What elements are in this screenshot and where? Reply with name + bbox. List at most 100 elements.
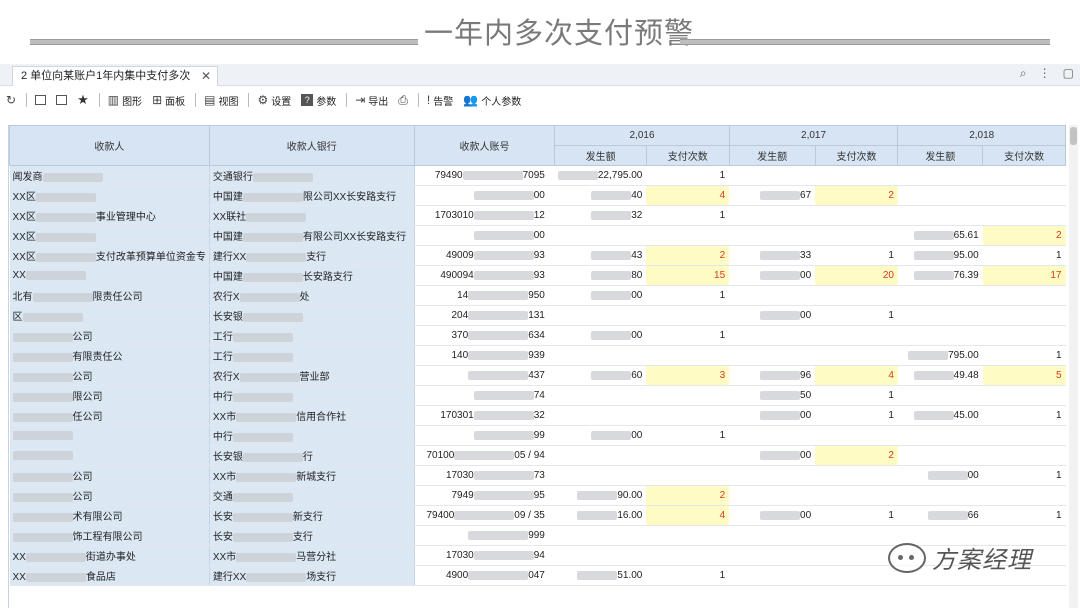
- redacted-mask: [454, 510, 515, 520]
- cell-text: 00: [800, 410, 812, 421]
- amount-cell: [554, 525, 647, 546]
- header-account[interactable]: 收款人账号: [413, 125, 556, 166]
- table-row[interactable]: 公司 交通 7949 95 90.00 2: [9, 485, 1066, 506]
- cell-text: 信用合作社: [296, 412, 347, 423]
- save-as-button[interactable]: [56, 95, 68, 105]
- redacted-mask: [760, 390, 801, 400]
- count-cell: [815, 205, 898, 226]
- table-row[interactable]: 区 长安银 204 131 00 1: [9, 305, 1066, 326]
- settings-label: 设置: [271, 96, 292, 108]
- search-icon[interactable]: ⌕: [1020, 66, 1027, 81]
- count-cell: [646, 405, 730, 426]
- vertical-scrollbar[interactable]: [1069, 125, 1078, 608]
- personal-params-button[interactable]: 👥 个人参数: [463, 93, 521, 108]
- view-button[interactable]: ▤ 视图: [204, 93, 238, 108]
- cell-text: 4900: [445, 570, 469, 581]
- cell-text: 中国建: [212, 272, 243, 283]
- count-cell: 1: [815, 245, 898, 266]
- header-count[interactable]: 支付次数: [814, 145, 899, 166]
- count-cell: 2: [815, 445, 898, 466]
- cell-text: 634: [528, 330, 545, 341]
- count-cell: 20: [815, 265, 898, 286]
- count-cell: 1: [815, 305, 898, 326]
- payee-cell: 公司: [9, 365, 210, 386]
- account-cell: 74: [414, 385, 555, 406]
- cell-text: 1: [719, 330, 726, 341]
- header-amount[interactable]: 发生额: [554, 145, 647, 166]
- cell-text: 农行X: [212, 292, 240, 303]
- chart-button[interactable]: ▥ 图形: [108, 93, 142, 108]
- tab-label: 2 单位向某账户1年内集中支付多次: [21, 70, 191, 82]
- alert-button[interactable]: ! 告警: [427, 93, 453, 108]
- cell-text: 950: [528, 290, 545, 301]
- table-row[interactable]: 中行 99 00 1: [9, 425, 1066, 446]
- bank-cell: 工行: [209, 345, 415, 366]
- bank-cell: 建行XX 场支行: [209, 565, 415, 586]
- cell-text: 00: [800, 510, 812, 521]
- cell-text: XX市: [212, 472, 237, 483]
- more-icon[interactable]: ⋮: [1039, 66, 1051, 81]
- table-row[interactable]: XX区 支付改革预算单位资金专 建行XX 支行 49009 93 43 2 33 1 95.00 1: [9, 245, 1066, 266]
- amount-cell: [729, 325, 816, 346]
- table-row[interactable]: 公司 工行 370 634 00 1: [9, 325, 1066, 346]
- cell-text: 79490: [434, 170, 463, 181]
- decorative-rule-left: [30, 39, 418, 45]
- table-row[interactable]: 术有限公司 长安 新支行 79400 09 / 35 16.00 4 00 1 66 1: [9, 505, 1066, 526]
- table-row[interactable]: 公司 XX市 新城支行 17030 73 00 1: [9, 465, 1066, 486]
- page-header: 一年内多次支付预警: [0, 0, 1080, 62]
- close-icon[interactable]: ✕: [201, 67, 211, 86]
- cell-text: 2: [719, 250, 726, 261]
- table-row[interactable]: XX区 事业管理中心 XX联社 1703010 12 32 1: [9, 205, 1066, 226]
- table-row[interactable]: 有限责任公 工行 140 939 795.00 1: [9, 345, 1066, 366]
- redacted-mask: [236, 412, 297, 422]
- table-row[interactable]: 闻发商 交通银行 79490 7095 22,795.00 1: [9, 165, 1066, 186]
- table-row[interactable]: 任公司 XX市 信用合作社 170301 32 00 1 45.00 1: [9, 405, 1066, 426]
- header-payee[interactable]: 收款人: [9, 125, 210, 166]
- table-row[interactable]: 北有 限责任公司 农行X 处 14 950 00 1: [9, 285, 1066, 306]
- header-year-2017[interactable]: 2,017: [728, 125, 899, 146]
- table-row[interactable]: 公司 农行X 营业部 437 60 3 96 4 49.48 5: [9, 365, 1066, 386]
- count-cell: 15: [646, 265, 730, 286]
- favorite-button[interactable]: ★: [77, 93, 89, 106]
- bank-cell: 中国建 有限公司XX长安路支行: [209, 225, 415, 246]
- count-cell: 1: [982, 465, 1066, 486]
- table-row[interactable]: 长安银 行 70100 05 / 94 00 2: [9, 445, 1066, 466]
- settings-button[interactable]: ⚙ 设置: [257, 93, 291, 108]
- params-button[interactable]: ? 参数: [301, 93, 336, 108]
- scrollbar-thumb[interactable]: [1070, 127, 1077, 145]
- panel-button[interactable]: ⊞ 面板: [152, 93, 185, 108]
- header-count[interactable]: 支付次数: [645, 145, 730, 166]
- table-row[interactable]: XX区 中国建 有限公司XX长安路支行 00 65.61 2: [9, 225, 1066, 246]
- redacted-mask: [242, 312, 303, 322]
- header-year-2018[interactable]: 2,018: [897, 125, 1066, 146]
- amount-cell: [897, 425, 983, 446]
- cell-text: 任公司: [72, 412, 103, 423]
- header-year-2016[interactable]: 2,016: [554, 125, 730, 146]
- cell-text: 交通银行: [212, 172, 253, 183]
- header-amount[interactable]: 发生额: [728, 145, 816, 166]
- header-bank[interactable]: 收款人银行: [208, 125, 415, 166]
- refresh-button[interactable]: ↻: [6, 94, 16, 106]
- bank-cell: 交通: [209, 485, 415, 506]
- table-row[interactable]: 限公司 中行 74 50 1: [9, 385, 1066, 406]
- cell-text: 1: [1055, 470, 1062, 481]
- table-row[interactable]: XX区 中国建 限公司XX长安路支行 00 40 4 67 2: [9, 185, 1066, 206]
- cell-text: 795.00: [948, 350, 979, 361]
- cell-text: 490094: [440, 270, 474, 281]
- print-button[interactable]: ⎙: [398, 94, 408, 106]
- window-icon[interactable]: ▢: [1063, 66, 1074, 81]
- payee-cell: 有限责任公: [9, 345, 210, 366]
- save-button[interactable]: [35, 95, 47, 105]
- cell-text: 93: [533, 250, 545, 261]
- count-cell: [982, 325, 1066, 346]
- tab-report[interactable]: 2 单位向某账户1年内集中支付多次 ✕: [12, 66, 218, 86]
- payee-cell: 区: [9, 305, 210, 326]
- header-count[interactable]: 支付次数: [982, 145, 1066, 166]
- amount-cell: 00: [554, 285, 647, 306]
- table-row[interactable]: XX 中国建 长安路支行 490094 93 80 15 00 20 76.39 17: [9, 265, 1066, 286]
- cell-text: 限责任公司: [92, 292, 143, 303]
- payee-cell: XX: [9, 265, 210, 286]
- export-button[interactable]: ⇥ 导出: [355, 93, 388, 108]
- header-amount[interactable]: 发生额: [897, 145, 984, 166]
- cell-text: 00: [631, 330, 643, 341]
